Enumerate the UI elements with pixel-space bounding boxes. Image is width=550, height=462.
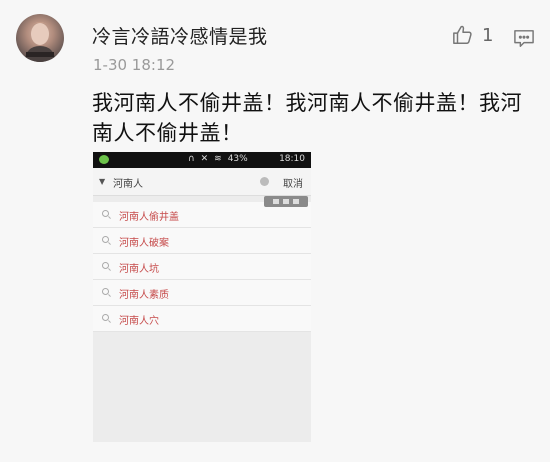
phone-clock: 18:10 bbox=[279, 154, 305, 164]
comment-text: 我河南人不偷井盖！我河南人不偷井盖！我河南人不偷井盖！ bbox=[92, 91, 522, 145]
username[interactable]: 冷言冷語冷感情是我 bbox=[92, 22, 268, 49]
suggestion-item: 河南人穴 bbox=[93, 306, 311, 332]
suggestion-text: 河南人偷井盖 bbox=[119, 212, 179, 223]
timestamp: 1-30 18:12 bbox=[93, 56, 176, 74]
dropdown-arrow-icon: ▼ bbox=[99, 177, 106, 186]
suggestion-text: 河南人破案 bbox=[119, 238, 169, 249]
phone-search-query: 河南人 bbox=[113, 179, 143, 190]
clear-icon bbox=[260, 177, 269, 186]
phone-suggestion-list: 河南人偷井盖 河南人破案 河南人坑 河南人素质 河南人穴 bbox=[93, 202, 311, 332]
battery-percent: 43% bbox=[227, 154, 248, 164]
suggestion-text: 河南人穴 bbox=[119, 316, 159, 327]
network-badge bbox=[264, 196, 308, 207]
headphones-icon: ∩ bbox=[188, 154, 195, 164]
phone-search-bar: ▼ 河南人 取消 bbox=[93, 168, 311, 196]
attached-screenshot[interactable]: ∩ ✕ ≋ 43% 18:10 ▼ 河南人 取消 河南人偷井盖 河南人破案 河南… bbox=[93, 152, 311, 442]
app-notification-icon bbox=[99, 155, 109, 164]
comment-card: 冷言冷語冷感情是我 1-30 18:12 1 我河南人不偷井盖！我河南人不偷井盖… bbox=[0, 0, 550, 462]
suggestion-item: 河南人素质 bbox=[93, 280, 311, 306]
thumbs-up-icon bbox=[453, 25, 472, 44]
search-icon bbox=[102, 262, 109, 269]
search-icon bbox=[102, 288, 109, 295]
search-icon bbox=[102, 314, 109, 321]
suggestion-text: 河南人素质 bbox=[119, 290, 169, 301]
comment-icon bbox=[514, 30, 534, 47]
suggestion-text: 河南人坑 bbox=[119, 264, 159, 275]
phone-status-bar: ∩ ✕ ≋ 43% 18:10 bbox=[93, 152, 311, 168]
phone-cancel-label: 取消 bbox=[283, 179, 303, 190]
search-icon bbox=[102, 236, 109, 243]
wifi-icon: ≋ bbox=[214, 154, 222, 164]
comment-button[interactable] bbox=[513, 29, 535, 53]
mute-icon: ✕ bbox=[200, 154, 209, 164]
status-icons: ∩ ✕ ≋ 43% bbox=[188, 154, 248, 164]
avatar[interactable] bbox=[16, 14, 64, 62]
like-count: 1 bbox=[482, 24, 494, 46]
suggestion-item: 河南人破案 bbox=[93, 228, 311, 254]
search-icon bbox=[102, 210, 109, 217]
like-button[interactable]: 1 bbox=[452, 24, 493, 46]
suggestion-item: 河南人坑 bbox=[93, 254, 311, 280]
